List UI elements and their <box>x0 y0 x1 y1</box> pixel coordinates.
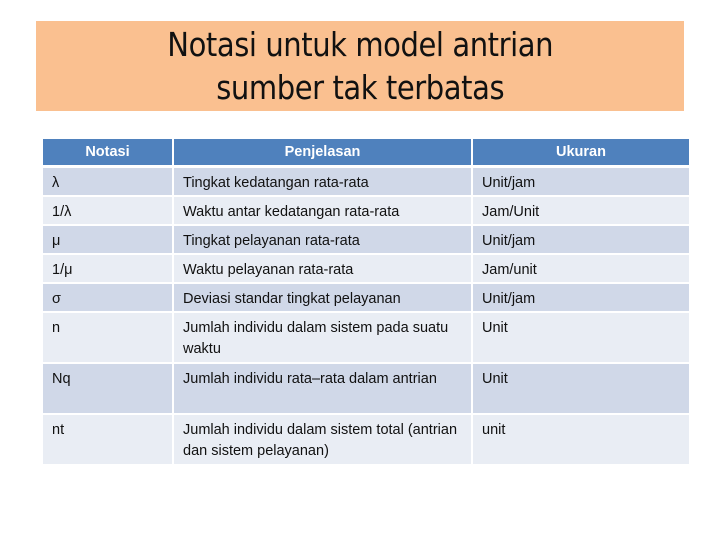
cell-ukuran: Unit/jam <box>473 226 689 253</box>
cell-penjelasan: Jumlah individu dalam sistem pada suatu … <box>174 313 471 362</box>
cell-penjelasan: Tingkat kedatangan rata-rata <box>174 168 471 195</box>
table-row: σ Deviasi standar tingkat pelayanan Unit… <box>43 284 689 311</box>
cell-notasi: μ <box>43 226 172 253</box>
notation-table: Notasi Penjelasan Ukuran λ Tingkat kedat… <box>43 139 689 466</box>
cell-ukuran: Unit <box>473 313 689 362</box>
cell-penjelasan: Jumlah individu dalam sistem total (antr… <box>174 415 471 464</box>
cell-penjelasan: Tingkat pelayanan rata-rata <box>174 226 471 253</box>
header-notasi: Notasi <box>43 139 172 165</box>
cell-ukuran: Unit <box>473 364 689 413</box>
header-penjelasan: Penjelasan <box>174 139 471 165</box>
table-row: nt Jumlah individu dalam sistem total (a… <box>43 415 689 464</box>
table-header-row: Notasi Penjelasan Ukuran <box>43 139 689 165</box>
cell-ukuran: Jam/Unit <box>473 197 689 224</box>
table-row: 1/λ Waktu antar kedatangan rata-rata Jam… <box>43 197 689 224</box>
cell-notasi: 1/μ <box>43 255 172 282</box>
header-ukuran: Ukuran <box>473 139 689 165</box>
table-row: μ Tingkat pelayanan rata-rata Unit/jam <box>43 226 689 253</box>
cell-notasi: λ <box>43 168 172 195</box>
cell-notasi: Nq <box>43 364 172 413</box>
cell-ukuran: Unit/jam <box>473 284 689 311</box>
cell-ukuran: Jam/unit <box>473 255 689 282</box>
table-row: λ Tingkat kedatangan rata-rata Unit/jam <box>43 168 689 195</box>
slide-title-line-1: Notasi untuk model antrian <box>167 25 553 64</box>
slide-title-line-2: sumber tak terbatas <box>216 68 504 107</box>
cell-penjelasan: Waktu pelayanan rata-rata <box>174 255 471 282</box>
cell-ukuran: Unit/jam <box>473 168 689 195</box>
cell-notasi: n <box>43 313 172 362</box>
cell-penjelasan: Deviasi standar tingkat pelayanan <box>174 284 471 311</box>
slide-title: Notasi untuk model antrian sumber tak te… <box>167 23 553 109</box>
table-row: 1/μ Waktu pelayanan rata-rata Jam/unit <box>43 255 689 282</box>
cell-penjelasan: Jumlah individu rata–rata dalam antrian <box>174 364 471 413</box>
cell-notasi: 1/λ <box>43 197 172 224</box>
table-row: Nq Jumlah individu rata–rata dalam antri… <box>43 364 689 413</box>
table-row: n Jumlah individu dalam sistem pada suat… <box>43 313 689 362</box>
cell-ukuran: unit <box>473 415 689 464</box>
cell-notasi: nt <box>43 415 172 464</box>
cell-penjelasan: Waktu antar kedatangan rata-rata <box>174 197 471 224</box>
cell-notasi: σ <box>43 284 172 311</box>
slide-title-box: Notasi untuk model antrian sumber tak te… <box>36 21 684 111</box>
